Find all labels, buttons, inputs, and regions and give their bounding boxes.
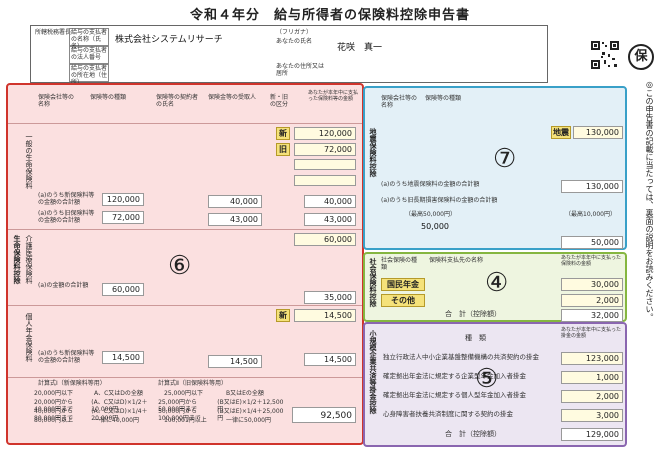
small-item-2-amount[interactable]: 1,000 xyxy=(561,371,623,384)
life-section-label: 生命保険料控除 xyxy=(13,235,21,284)
your-name-label: あなたの氏名 xyxy=(276,38,313,45)
badge-new-2: 新 xyxy=(276,309,290,322)
employer-name-label: 給与の支払者の名称（氏名） xyxy=(69,28,109,50)
small-col-type: 種 類 xyxy=(465,334,486,342)
badge-old-1: 旧 xyxy=(276,143,290,156)
side-note: ◎この申告書の記載に当たっては、裏面の説明をお読みください。 xyxy=(645,80,654,321)
life-value-4[interactable] xyxy=(294,175,356,186)
social-total-label: 合 計（控除額） xyxy=(445,310,501,318)
small-total-label: 合 計（控除額） xyxy=(445,430,501,438)
marker-blue: ⑦ xyxy=(493,144,517,174)
badge-new-1: 新 xyxy=(276,127,290,140)
social-type-2: その他 xyxy=(381,294,425,307)
sum-b-label: (a)のうち旧保険料等の金額の合計額 xyxy=(38,210,95,224)
calc-1[interactable]: 40,000 xyxy=(208,195,262,208)
small-item-1-label: 独立行政法人中小企業基盤整備機構の共済契約の掛金 xyxy=(383,353,539,361)
furigana-label: （フリガナ） xyxy=(276,29,313,36)
social-amount-2[interactable]: 2,000 xyxy=(561,294,623,307)
earthquake-section-label: 地震保険料控除 xyxy=(369,128,377,177)
social-insurance-panel: 社会保険料控除 社会保険の種類 保険料支払先の名称 あなたが本年中に支払った保険… xyxy=(363,252,627,322)
life-value-1[interactable]: 120,000 xyxy=(294,127,356,140)
pension-calc[interactable]: 14,500 xyxy=(208,355,262,368)
life-col-new-old: 新・旧の区分 xyxy=(270,94,289,108)
small-item-4-amount[interactable]: 3,000 xyxy=(561,409,623,422)
form-title: 令和４年分 給与所得者の保険料控除申告書 xyxy=(189,8,470,23)
small-col-amount: あなたが本年中に支払った掛金の金額 xyxy=(561,327,622,339)
social-section-label: 社会保険料控除 xyxy=(369,258,377,307)
small-item-3-label: 確定拠出年金法に規定する個人型年金加入者掛金 xyxy=(383,391,526,399)
life-col-company: 保険会社等の名称 xyxy=(38,94,75,108)
life-total[interactable]: 92,500 xyxy=(292,407,356,423)
social-col-payer: 保険料支払先の名称 xyxy=(429,257,484,264)
employer-address-label: 給与の支払者の所在地（住所） xyxy=(69,64,109,86)
life-col-type: 保険等の種類 xyxy=(90,94,127,101)
sum-d[interactable]: 14,500 xyxy=(102,351,144,364)
marker-green: ④ xyxy=(485,268,509,298)
life-value-3[interactable] xyxy=(294,159,356,170)
life-col-receiver: 保険金等の受取人 xyxy=(208,94,257,101)
sum-a[interactable]: 120,000 xyxy=(102,193,144,206)
life-insurance-panel: 生命保険料控除 保険会社等の名称 保険等の種類 保険等の契約者の氏名 保険金等の… xyxy=(6,83,364,445)
life-row-care: 介護医療保険料 xyxy=(25,235,33,284)
small-enterprise-panel: 小規模企業共済等掛金控除 種 類 あなたが本年中に支払った掛金の金額 独立行政法… xyxy=(363,322,627,447)
header-block: 所轄税務署長 給与の支払者の名称（氏名） 株式会社システムリサーチ 給与の支払者… xyxy=(30,25,548,86)
calc-2[interactable]: 43,000 xyxy=(208,213,262,226)
your-address-label: あなたの住所又は居所 xyxy=(276,63,325,77)
eq-limit1-value: 50,000 xyxy=(421,222,449,231)
sum-a-label: (a)のうち新保険料等の金額の合計額 xyxy=(38,192,95,206)
eq-value[interactable]: 130,000 xyxy=(573,126,623,139)
life-col-amount: あなたが本年中に支払った保険料等の金額 xyxy=(308,90,359,102)
pension-value[interactable]: 14,500 xyxy=(294,309,356,322)
life-row-general: 一般の生命保険料 xyxy=(25,133,33,189)
sum-b[interactable]: 72,000 xyxy=(102,211,144,224)
life-col-contract: 保険等の契約者の氏名 xyxy=(156,94,199,108)
eq-line1: (a)のうち地震保険料の金額の合計額 xyxy=(381,181,480,188)
social-col-type: 社会保険の種類 xyxy=(381,257,418,271)
small-total[interactable]: 129,000 xyxy=(561,428,623,441)
eq-col-company: 保険会社等の名称 xyxy=(381,95,418,109)
qr-code-icon xyxy=(590,40,620,70)
office-label: 所轄税務署長 xyxy=(35,29,72,36)
care-result[interactable]: 35,000 xyxy=(304,291,356,304)
life-row-pension: 個人年金保険料 xyxy=(25,313,33,362)
small-item-1-amount[interactable]: 123,000 xyxy=(561,352,623,365)
calc-total-1[interactable]: 40,000 xyxy=(304,195,356,208)
social-type-1: 国民年金 xyxy=(381,278,425,291)
social-amount-1[interactable]: 30,000 xyxy=(561,278,623,291)
eq-result[interactable]: 50,000 xyxy=(561,236,623,249)
life-value-2[interactable]: 72,000 xyxy=(294,143,356,156)
pension-total[interactable]: 14,500 xyxy=(304,353,356,366)
small-item-2-label: 確定拠出年金法に規定する企業型年金加入者掛金 xyxy=(383,372,526,380)
marker-red: ⑥ xyxy=(168,251,192,281)
your-name[interactable]: 花咲 真一 xyxy=(337,40,382,53)
stamp-mark: 保 xyxy=(628,44,654,70)
eq-line1-value[interactable]: 130,000 xyxy=(561,180,623,193)
sum-c[interactable]: 60,000 xyxy=(102,283,144,296)
sum-d-label: (a)のうち新保険料等の金額の合計額 xyxy=(38,350,95,364)
earthquake-panel: 地震保険料控除 保険会社等の名称 保険等の種類 地震 130,000 ⑦ (a)… xyxy=(363,86,627,250)
stamp-char: 保 xyxy=(634,49,648,64)
badge-earthquake: 地震 xyxy=(551,126,571,139)
employer-number-label: 給与の支払者の法人番号 xyxy=(69,46,109,64)
social-total[interactable]: 32,000 xyxy=(561,309,623,322)
formula-table: 20,000円以下 A、C又はDの全額 25,000円以下 B又はEの全額 20,00… xyxy=(34,390,286,427)
eq-line2: (a)のうち旧長期損害保険料の金額の合計額 xyxy=(381,197,498,204)
employer-name[interactable]: 株式会社システムリサーチ xyxy=(115,32,223,45)
small-item-3-amount[interactable]: 2,000 xyxy=(561,390,623,403)
marker-purple: ⑤ xyxy=(475,364,499,394)
table-header-b: 計算式Ⅱ（旧保険料等用） xyxy=(158,380,227,387)
eq-limit2: （最高10,000円） xyxy=(565,211,616,218)
table-header-a: 計算式Ⅰ（新保険料等用） xyxy=(38,380,106,387)
eq-col-type: 保険等の種類 xyxy=(425,95,462,102)
small-item-4-label: 心身障害者扶養共済制度に関する契約の掛金 xyxy=(383,410,513,418)
small-section-label: 小規模企業共済等掛金控除 xyxy=(369,330,377,414)
social-col-amount: あなたが本年中に支払った保険料の金額 xyxy=(561,255,622,267)
care-value[interactable]: 60,000 xyxy=(294,233,356,246)
eq-limit1: （最高50,000円） xyxy=(405,211,456,218)
calc-total-2[interactable]: 43,000 xyxy=(304,213,356,226)
sum-c-label: (a)の金額の合計額 xyxy=(38,282,89,289)
